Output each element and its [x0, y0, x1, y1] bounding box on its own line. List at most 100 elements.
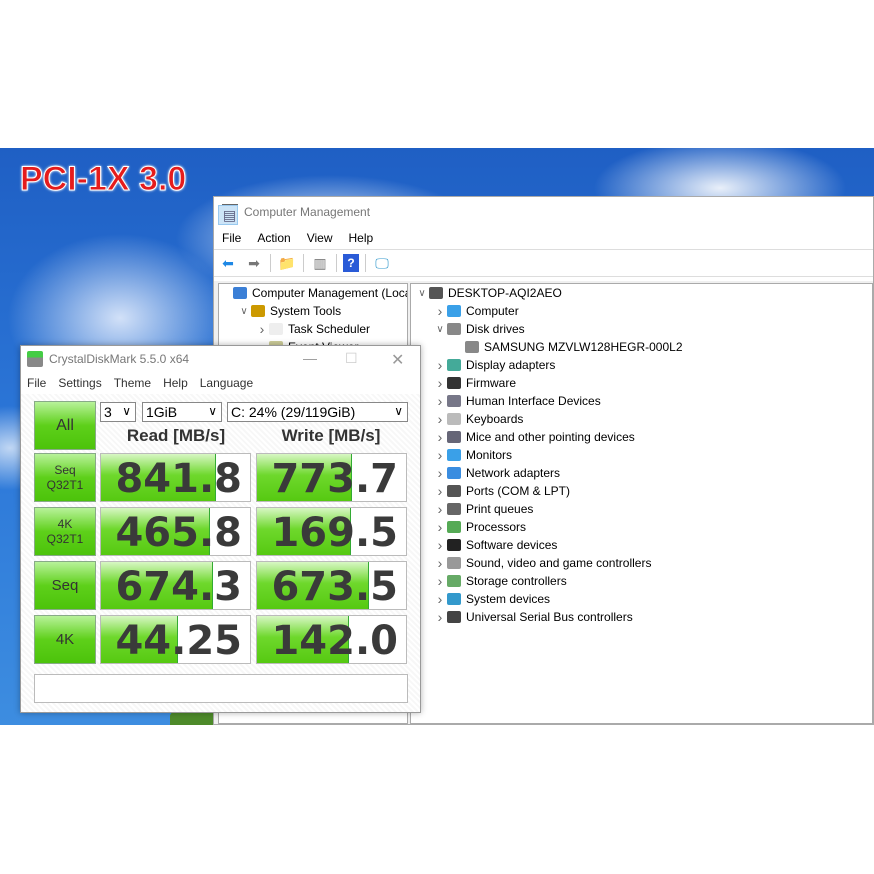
tree-item[interactable]: › Keyboards	[411, 410, 872, 428]
test-button[interactable]: Seq Q32T1	[34, 453, 96, 502]
monitor-icon[interactable]: 🖵	[372, 253, 392, 273]
tree-item[interactable]: ∨ System Tools	[219, 302, 407, 320]
test-label-params: Q32T1	[46, 531, 84, 546]
minimize-button[interactable]: —	[303, 350, 317, 366]
chevron-right-icon[interactable]: ›	[433, 609, 447, 625]
menu-file[interactable]: File	[222, 231, 241, 245]
menu-theme[interactable]: Theme	[114, 376, 151, 390]
menu-settings[interactable]: Settings	[58, 376, 101, 390]
chevron-right-icon[interactable]: ›	[433, 375, 447, 391]
chevron-right-icon[interactable]: ›	[433, 537, 447, 553]
chevron-right-icon[interactable]: ›	[433, 393, 447, 409]
properties-icon[interactable]: ▥	[310, 253, 330, 273]
chevron-right-icon[interactable]: ›	[433, 429, 447, 445]
test-button[interactable]: Seq	[34, 561, 96, 610]
test-label: 4K	[55, 631, 75, 648]
menu-help[interactable]: Help	[163, 376, 188, 390]
write-result: 673.5	[256, 561, 407, 610]
chevron-right-icon[interactable]: ›	[433, 555, 447, 571]
tree-item[interactable]: › Sound, video and game controllers	[411, 554, 872, 572]
chevron-right-icon[interactable]: ›	[433, 483, 447, 499]
tree-item[interactable]: SAMSUNG MZVLW128HEGR-000L2	[411, 338, 872, 356]
test-button[interactable]: 4K	[34, 615, 96, 664]
tree-item[interactable]: › Processors	[411, 518, 872, 536]
chevron-down-icon[interactable]: ∨	[433, 324, 447, 335]
write-result: 773.7	[256, 453, 407, 502]
test-button[interactable]: 4K Q32T1	[34, 507, 96, 556]
chevron-down-icon[interactable]: ∨	[415, 288, 429, 299]
test-label: 4K	[57, 516, 73, 531]
chevron-down-icon[interactable]: ∨	[237, 306, 251, 317]
forward-arrow-icon[interactable]: ➡	[244, 253, 264, 273]
drive-value: C: 24% (29/119GiB)	[231, 404, 356, 420]
tree-item[interactable]: › Mice and other pointing devices	[411, 428, 872, 446]
software-device-icon	[447, 539, 461, 551]
test-label: Seq	[51, 577, 79, 594]
menu-view[interactable]: View	[307, 231, 333, 245]
chevron-right-icon[interactable]: ›	[433, 519, 447, 535]
action-pane-icon[interactable]: ▤	[218, 205, 238, 225]
drive-select[interactable]: C: 24% (29/119GiB) ∨	[227, 402, 408, 422]
chevron-right-icon[interactable]: ›	[433, 303, 447, 319]
tree-item[interactable]: › Storage controllers	[411, 572, 872, 590]
read-value: 465.8	[115, 510, 242, 556]
tree-item-label: Ports (COM & LPT)	[466, 484, 571, 498]
menu-action[interactable]: Action	[257, 231, 290, 245]
read-result: 674.3	[100, 561, 251, 610]
maximize-button[interactable]: ☐	[345, 350, 358, 367]
help-icon[interactable]: ?	[343, 254, 359, 272]
tree-item-label: Network adapters	[466, 466, 561, 480]
up-folder-icon[interactable]: 📁	[277, 253, 297, 273]
tree-item[interactable]: › Network adapters	[411, 464, 872, 482]
processor-icon	[447, 521, 461, 533]
tree-item[interactable]: Computer Management (Local	[219, 284, 407, 302]
chevron-right-icon[interactable]: ›	[433, 447, 447, 463]
chevron-right-icon[interactable]: ›	[433, 465, 447, 481]
tree-item[interactable]: › Computer	[411, 302, 872, 320]
tree-item[interactable]: › Task Scheduler	[219, 320, 407, 338]
tree-item[interactable]: › Ports (COM & LPT)	[411, 482, 872, 500]
tree-item-label: Keyboards	[466, 412, 524, 426]
tree-item-label: Computer Management (Local	[252, 286, 408, 300]
chevron-right-icon[interactable]: ›	[255, 321, 269, 337]
chevron-right-icon[interactable]: ›	[433, 411, 447, 427]
tree-item[interactable]: › Display adapters	[411, 356, 872, 374]
count-select[interactable]: 3 ∨	[100, 402, 136, 422]
menu-language[interactable]: Language	[200, 376, 253, 390]
tree-item[interactable]: ∨ Disk drives	[411, 320, 872, 338]
storage-controller-icon	[447, 575, 461, 587]
back-arrow-icon[interactable]: ⬅	[218, 253, 238, 273]
menu-file[interactable]: File	[27, 376, 46, 390]
all-button[interactable]: All	[34, 401, 96, 450]
write-result: 142.0	[256, 615, 407, 664]
cm-titlebar[interactable]: Computer Management	[214, 197, 873, 227]
status-bar	[34, 674, 408, 703]
cm-menubar: File Action View Help	[214, 227, 873, 249]
tree-item[interactable]: › Monitors	[411, 446, 872, 464]
chevron-right-icon[interactable]: ›	[433, 591, 447, 607]
cdm-titlebar[interactable]: CrystalDiskMark 5.5.0 x64 — ☐ ✕	[21, 346, 420, 372]
chip-icon	[447, 377, 461, 389]
write-value: 773.7	[271, 456, 398, 502]
tree-item[interactable]: › Print queues	[411, 500, 872, 518]
keyboard-icon	[447, 413, 461, 425]
tree-item[interactable]: ∨ DESKTOP-AQI2AEO	[411, 284, 872, 302]
clock-icon	[269, 323, 283, 335]
tree-item[interactable]: › System devices	[411, 590, 872, 608]
tree-item-label: Computer	[466, 304, 519, 318]
tree-item[interactable]: › Human Interface Devices	[411, 392, 872, 410]
size-select[interactable]: 1GiB ∨	[142, 402, 222, 422]
hid-icon	[447, 395, 461, 407]
chevron-right-icon[interactable]: ›	[433, 501, 447, 517]
tree-item[interactable]: › Software devices	[411, 536, 872, 554]
tree-item[interactable]: › Firmware	[411, 374, 872, 392]
speaker-icon	[447, 557, 461, 569]
close-button[interactable]: ✕	[391, 350, 404, 370]
write-header: Write [MB/s]	[281, 426, 381, 445]
tree-item[interactable]: › Universal Serial Bus controllers	[411, 608, 872, 626]
write-result: 169.5	[256, 507, 407, 556]
tree-item-label: Mice and other pointing devices	[466, 430, 635, 444]
chevron-right-icon[interactable]: ›	[433, 357, 447, 373]
chevron-right-icon[interactable]: ›	[433, 573, 447, 589]
menu-help[interactable]: Help	[349, 231, 374, 245]
